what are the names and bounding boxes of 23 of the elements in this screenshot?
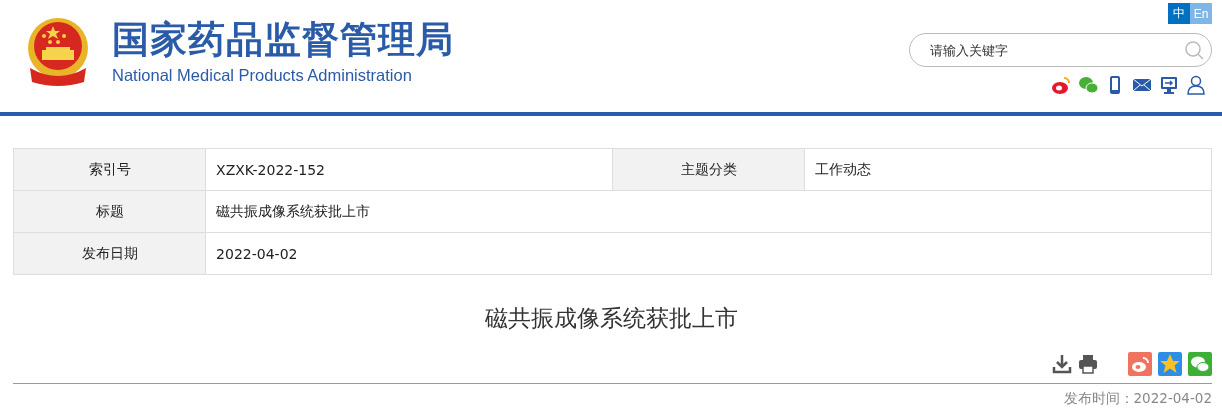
- download-icon[interactable]: [1052, 354, 1072, 374]
- weibo-share-icon[interactable]: [1128, 352, 1152, 376]
- user-icon[interactable]: [1186, 75, 1206, 95]
- field-value: 2022-04-02: [205, 232, 1212, 275]
- publish-time: 发布时间：2022-04-02: [1063, 390, 1212, 406]
- site-title: 国家药品监督管理局: [112, 17, 454, 62]
- field-label: 主题分类: [612, 148, 805, 191]
- field-value: 工作动态: [804, 148, 1212, 191]
- field-label: 标题: [13, 190, 206, 233]
- field-label: 发布日期: [13, 232, 206, 275]
- star-share-icon[interactable]: [1158, 352, 1182, 376]
- print-icon[interactable]: [1078, 354, 1098, 374]
- field-label: 索引号: [13, 148, 206, 191]
- monitor-icon[interactable]: [1159, 75, 1179, 95]
- weibo-icon[interactable]: [1051, 75, 1071, 95]
- chat-icon[interactable]: [1078, 75, 1098, 95]
- search-field[interactable]: 请输入关键字: [909, 33, 1212, 67]
- chat-share-icon[interactable]: [1188, 352, 1212, 376]
- field-value: 磁共振成像系统获批上市: [205, 190, 1212, 233]
- field-value: XZXK-2022-152: [205, 148, 613, 191]
- site-subtitle: National Medical Products Administration: [112, 65, 413, 85]
- language-tab[interactable]: 中: [1168, 3, 1190, 24]
- article-title: 磁共振成像系统获批上市: [484, 305, 738, 331]
